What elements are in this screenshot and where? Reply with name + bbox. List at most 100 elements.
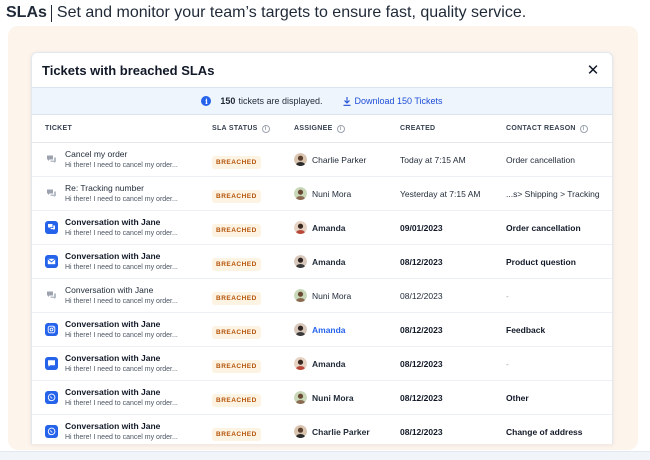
table-row[interactable]: Conversation with Jane Hi there! I need t… [32,245,612,279]
avatar [294,323,307,336]
ticket-cell: Conversation with Jane Hi there! I need t… [32,352,212,375]
info-bar: i 150 tickets are displayed. Download 15… [32,87,612,115]
ticket-subject: Cancel my order [65,149,128,159]
assignee-name: Charlie Parker [312,154,367,165]
ticket-preview: Hi there! I need to cancel my order... [65,332,178,339]
table-row[interactable]: Conversation with Jane Hi there! I need t… [32,347,612,381]
avatar [294,187,307,200]
ticket-subject: Conversation with Jane [65,285,154,295]
ticket-cell: Conversation with Jane Hi there! I need t… [32,386,212,409]
contact-reason-cell: Change of address [506,426,583,437]
ticket-preview: Hi there! I need to cancel my order... [65,366,178,373]
created-cell: 08/12/2023 [400,290,443,301]
column-header-created[interactable]: CREATED [400,125,506,132]
sla-status-cell: BREACHED [212,423,294,441]
page-subtitle: Set and monitor your team’s targets to e… [56,4,527,21]
created-cell: 08/12/2023 [400,256,443,267]
assignee-name[interactable]: Amanda [312,325,346,335]
column-header-sla-status[interactable]: SLA STATUS i [212,124,294,133]
assignee-cell: Charlie Parker [294,153,400,166]
contact-reason-cell: Other [506,392,529,403]
status-badge: BREACHED [212,393,261,407]
assignee-name: Nuni Mora [312,290,352,301]
download-tickets-link[interactable]: Download 150 Tickets [343,96,443,106]
status-badge: BREACHED [212,325,261,339]
created-cell: 08/12/2023 [400,358,443,369]
ticket-count-suffix: tickets are displayed. [238,96,323,106]
ticket-preview: Hi there! I need to cancel my order... [65,162,178,169]
close-icon[interactable]: ✕ [584,61,602,79]
help-icon[interactable]: i [579,124,588,133]
status-badge: BREACHED [212,427,261,441]
ticket-subject: Conversation with Jane [65,251,161,261]
whatsapp-icon [45,425,58,438]
assignee-cell: Nuni Mora [294,391,400,404]
table-row[interactable]: Conversation with Jane Hi there! I need t… [32,211,612,245]
assignee-cell: Amanda [294,323,400,336]
instagram-icon [45,323,58,336]
created-cell: 09/01/2023 [400,222,443,233]
avatar [294,153,307,166]
title-separator [50,4,52,22]
assignee-name: Amanda [312,358,346,369]
chat-bubble-icon [45,289,58,302]
modal-title: Tickets with breached SLAs [42,62,215,78]
contact-reason-cell: ...s> Shipping > Tracking [506,188,600,199]
assignee-name: Amanda [312,256,346,267]
created-cell: 08/12/2023 [400,426,443,437]
help-icon[interactable]: i [336,124,345,133]
whatsapp-icon [45,391,58,404]
ticket-preview: Hi there! I need to cancel my order... [65,196,178,203]
ticket-preview: Hi there! I need to cancel my order... [65,264,178,271]
assignee-cell: Amanda [294,255,400,268]
avatar [294,221,307,234]
status-badge: BREACHED [212,223,261,237]
ticket-subject: Conversation with Jane [65,217,161,227]
download-icon [343,96,350,106]
table-row[interactable]: Conversation with Jane Hi there! I need t… [32,279,612,313]
chat-bubble-icon [45,187,58,200]
ticket-preview: Hi there! I need to cancel my order... [65,298,178,305]
assignee-cell: Amanda [294,357,400,370]
ticket-cell: Re: Tracking number Hi there! I need to c… [32,182,212,205]
created-cell: Yesterday at 7:15 AM [400,188,481,199]
sla-status-cell: BREACHED [212,355,294,373]
table-row[interactable]: Conversation with Jane Hi there! I need t… [32,313,612,347]
sla-status-cell: BREACHED [212,151,294,169]
status-badge: BREACHED [212,257,261,271]
ticket-count: 150 [220,96,236,106]
sla-status-cell: BREACHED [212,185,294,203]
ticket-subject: Conversation with Jane [65,421,161,431]
avatar [294,425,307,438]
breached-sla-modal: Tickets with breached SLAs ✕ i 150 ticke… [31,52,613,444]
table-row[interactable]: Conversation with Jane Hi there! I need t… [32,415,612,444]
message-icon [45,357,58,370]
table-row[interactable]: Cancel my order Hi there! I need to cance… [32,143,612,177]
ticket-cell: Conversation with Jane Hi there! I need t… [32,216,212,239]
table-row[interactable]: Re: Tracking number Hi there! I need to c… [32,177,612,211]
ticket-subject: Conversation with Jane [65,353,161,363]
contact-reason-cell: Order cancellation [506,222,581,233]
assignee-name: Nuni Mora [312,188,352,199]
sla-status-cell: BREACHED [212,389,294,407]
column-header-ticket[interactable]: TICKET [32,125,212,132]
avatar [294,391,307,404]
ticket-preview: Hi there! I need to cancel my order... [65,400,178,407]
help-icon[interactable]: i [261,124,270,133]
ticket-cell: Conversation with Jane Hi there! I need t… [32,284,212,307]
table-header: TICKET SLA STATUS i ASSIGNEE i CREATED CON… [32,115,612,143]
chat-bubble-icon [45,153,58,166]
ticket-preview: Hi there! I need to cancel my order... [65,230,178,237]
page-bottom-edge [0,451,650,460]
contact-reason-cell: Order cancellation [506,154,575,165]
created-cell: 08/12/2023 [400,392,443,403]
contact-reason-cell: - [506,358,509,369]
column-header-assignee[interactable]: ASSIGNEE i [294,124,400,133]
status-badge: BREACHED [212,291,261,305]
table-row[interactable]: Conversation with Jane Hi there! I need t… [32,381,612,415]
ticket-subject: Re: Tracking number [65,183,144,193]
sla-status-cell: BREACHED [212,321,294,339]
modal-header: Tickets with breached SLAs ✕ [32,53,612,87]
ticket-subject: Conversation with Jane [65,319,161,329]
column-header-contact-reason[interactable]: CONTACT REASON i [506,124,612,133]
